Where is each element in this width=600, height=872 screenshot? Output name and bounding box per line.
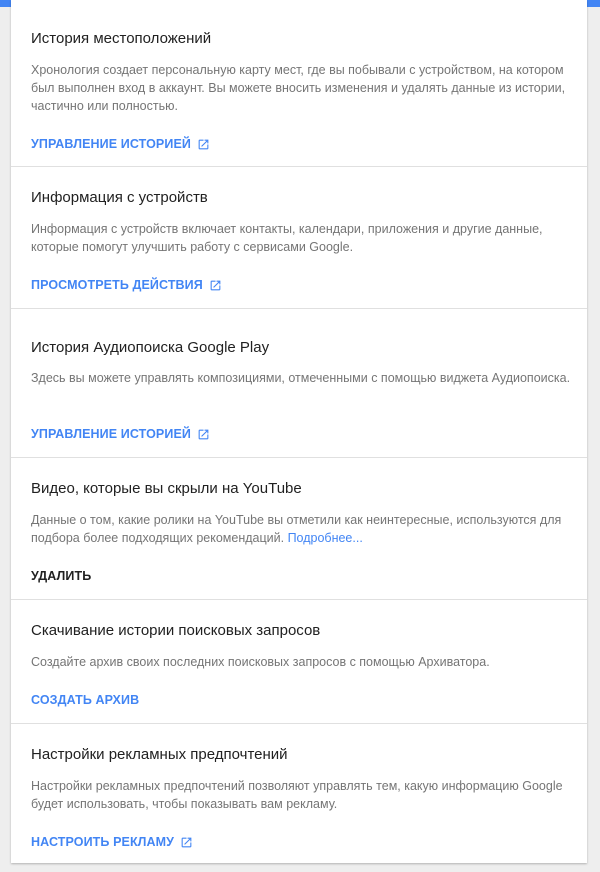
action-label: УПРАВЛЕНИЕ ИСТОРИЕЙ: [31, 137, 191, 151]
section-title: История местоположений: [31, 30, 212, 47]
manage-sound-search-history-link[interactable]: УПРАВЛЕНИЕ ИСТОРИЕЙ: [31, 426, 210, 442]
delete-button[interactable]: УДАЛИТЬ: [31, 568, 91, 584]
section-voice-search-history: История Аудиопоиска Google Play Здесь вы…: [11, 309, 587, 458]
section-device-information: Информация с устройств Информация с устр…: [11, 167, 587, 309]
open-in-new-icon: [198, 429, 209, 439]
section-ad-settings: Настройки рекламных предпочтений Настрой…: [11, 724, 587, 863]
section-title: Видео, которые вы скрыли на YouTube: [31, 480, 302, 497]
section-location-history: История местоположений Хронология создае…: [11, 0, 587, 167]
section-description: Создайте архив своих последних поисковых…: [31, 655, 490, 669]
section-description: Информация с устройств включает контакты…: [31, 222, 543, 254]
open-in-new-icon: [198, 139, 209, 149]
action-label: УДАЛИТЬ: [31, 569, 92, 583]
section-title: Информация с устройств: [31, 189, 208, 206]
open-in-new-icon: [181, 837, 192, 847]
view-activity-link[interactable]: ПРОСМОТРЕТЬ ДЕЙСТВИЯ: [31, 277, 222, 293]
learn-more-link[interactable]: Подробнее...: [288, 531, 363, 545]
section-description: Настройки рекламных предпочтений позволя…: [31, 779, 563, 811]
action-label: НАСТРОИТЬ РЕКЛАМУ: [31, 835, 175, 849]
section-title: История Аудиопоиска Google Play: [31, 339, 270, 356]
section-download-search-history: Скачивание истории поисковых запросов Со…: [11, 600, 587, 724]
action-label: СОЗДАТЬ АРХИВ: [31, 693, 140, 707]
section-description: Хронология создает персональную карту ме…: [31, 63, 566, 113]
section-title: Скачивание истории поисковых запросов: [31, 622, 321, 639]
activity-settings-card: История местоположений Хронология создае…: [11, 0, 587, 863]
manage-location-history-link[interactable]: УПРАВЛЕНИЕ ИСТОРИЕЙ: [31, 136, 210, 152]
action-label: УПРАВЛЕНИЕ ИСТОРИЕЙ: [31, 427, 191, 441]
ad-settings-link[interactable]: НАСТРОИТЬ РЕКЛАМУ: [31, 834, 193, 850]
open-in-new-icon: [210, 280, 221, 290]
section-description: Данные о том, какие ролики на YouTube вы…: [31, 511, 571, 547]
section-description: Здесь вы можете управлять композициями, …: [31, 371, 571, 385]
action-label: ПРОСМОТРЕТЬ ДЕЙСТВИЯ: [31, 278, 203, 292]
section-title: Настройки рекламных предпочтений: [31, 746, 288, 763]
section-youtube-hidden-videos: Видео, которые вы скрыли на YouTube Данн…: [11, 458, 587, 600]
create-archive-link[interactable]: СОЗДАТЬ АРХИВ: [31, 692, 139, 708]
